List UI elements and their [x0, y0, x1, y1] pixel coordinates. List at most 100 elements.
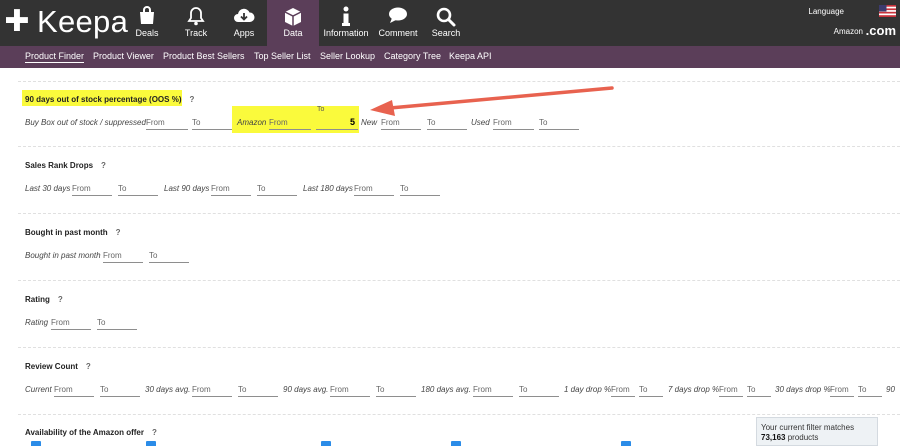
match-count: 73,163 — [761, 433, 786, 442]
amazon-to-caption: To — [317, 106, 325, 113]
match-suffix: products — [787, 433, 819, 442]
nav-information-label: Information — [323, 28, 369, 38]
availability-checkbox[interactable] — [31, 441, 41, 446]
avg-30-from-input[interactable]: From — [192, 383, 232, 397]
rating-title-text: Rating — [25, 295, 50, 304]
nav-data-label: Data — [283, 28, 303, 38]
nav-track-label: Track — [184, 28, 208, 38]
box-icon — [284, 8, 302, 26]
last-30-to-input[interactable]: To — [118, 182, 158, 196]
rating-section-title: Rating? — [25, 295, 63, 304]
current-to-input[interactable]: To — [100, 383, 140, 397]
subnav-product-viewer[interactable]: Product Viewer — [93, 51, 154, 61]
nav-search[interactable]: Search — [420, 0, 472, 46]
plus-icon: ✚ — [4, 5, 30, 38]
nav-deals[interactable]: Deals — [121, 0, 173, 46]
drop-7-days-label: 7 days drop % — [668, 385, 720, 394]
subnav-keepa-api[interactable]: Keepa API — [449, 51, 492, 61]
last-180-from-input[interactable]: From — [354, 182, 394, 196]
drop-1-from-input[interactable]: From — [611, 383, 635, 397]
bought-title-text: Bought in past month — [25, 228, 108, 237]
subnav-top-seller-list[interactable]: Top Seller List — [254, 51, 311, 61]
annotation-arrow — [370, 86, 614, 116]
buybox-oos-from-input[interactable]: From — [146, 116, 188, 130]
sub-navigation-bar: Product Finder Product Viewer Product Be… — [0, 46, 900, 68]
language-label[interactable]: Language — [808, 7, 844, 16]
availability-checkbox[interactable] — [146, 441, 156, 446]
review-count-section-title: Review Count? — [25, 362, 91, 371]
bought-section-title: Bought in past month? — [25, 228, 121, 237]
keepa-logo[interactable]: ✚ Keepa — [4, 3, 128, 41]
drop-30-to-input[interactable]: To — [858, 383, 882, 397]
match-prefix: Your current filter matches — [761, 423, 855, 432]
subnav-product-best-sellers[interactable]: Product Best Sellers — [163, 51, 245, 61]
nav-data[interactable]: Data — [267, 0, 319, 46]
nav-apps[interactable]: Apps — [218, 0, 270, 46]
last-90-to-input[interactable]: To — [257, 182, 297, 196]
truncated-label: 90 — [886, 385, 895, 394]
nav-comment-label: Comment — [378, 28, 418, 38]
last-90-days-label: Last 90 days — [164, 184, 210, 193]
availability-checkbox[interactable] — [451, 441, 461, 446]
avg-90-from-input[interactable]: From — [330, 383, 370, 397]
section-divider — [18, 213, 900, 214]
drop-1-to-input[interactable]: To — [639, 383, 663, 397]
nav-information[interactable]: Information — [319, 0, 373, 46]
last-30-from-input[interactable]: From — [72, 182, 112, 196]
nav-track[interactable]: Track — [170, 0, 222, 46]
domain-selector[interactable]: .com — [866, 23, 896, 38]
oos-section-title: 90 days out of stock percentage (OOS %)? — [25, 95, 194, 104]
last-180-to-input[interactable]: To — [400, 182, 440, 196]
avg-30-label: 30 days avg. — [145, 385, 191, 394]
avg-30-to-input[interactable]: To — [238, 383, 278, 397]
amazon-oos-label: Amazon — [237, 118, 267, 127]
avg-90-label: 90 days avg. — [283, 385, 329, 394]
shopping-bag-icon — [140, 6, 154, 24]
drop-30-from-input[interactable]: From — [830, 383, 854, 397]
subnav-category-tree[interactable]: Category Tree — [384, 51, 441, 61]
last-180-days-label: Last 180 days — [303, 184, 353, 193]
availability-title-text: Availability of the Amazon offer — [25, 428, 144, 437]
help-icon[interactable]: ? — [152, 428, 157, 437]
drop-1-day-label: 1 day drop % — [564, 385, 612, 394]
filter-match-summary: Your current filter matches 73,163 produ… — [756, 417, 878, 446]
help-icon[interactable]: ? — [101, 161, 106, 170]
bought-from-input[interactable]: From — [103, 249, 143, 263]
section-divider — [18, 146, 900, 147]
rating-to-input[interactable]: To — [97, 316, 137, 330]
help-icon[interactable]: ? — [116, 228, 121, 237]
subnav-seller-lookup[interactable]: Seller Lookup — [320, 51, 375, 61]
avg-180-to-input[interactable]: To — [519, 383, 559, 397]
last-90-from-input[interactable]: From — [211, 182, 251, 196]
buybox-oos-to-input[interactable]: To — [192, 116, 232, 130]
nav-comment[interactable]: Comment — [372, 0, 424, 46]
availability-checkbox[interactable] — [321, 441, 331, 446]
last-30-days-label: Last 30 days — [25, 184, 71, 193]
subnav-product-finder[interactable]: Product Finder — [25, 51, 85, 63]
help-icon[interactable]: ? — [86, 362, 91, 371]
rating-from-input[interactable]: From — [51, 316, 91, 330]
info-icon — [342, 6, 350, 26]
amazon-oos-to-input[interactable]: 5 — [316, 116, 358, 130]
drop-7-to-input[interactable]: To — [747, 383, 771, 397]
drop-7-from-input[interactable]: From — [719, 383, 743, 397]
chat-bubble-icon — [389, 7, 407, 23]
nav-deals-label: Deals — [135, 28, 159, 38]
section-divider — [18, 347, 900, 348]
help-icon[interactable]: ? — [58, 295, 63, 304]
us-flag-icon[interactable] — [879, 5, 896, 17]
amazon-oos-from-input[interactable]: From — [269, 116, 311, 130]
review-count-title-text: Review Count — [25, 362, 78, 371]
amazon-oos-to-value: 5 — [349, 117, 355, 127]
availability-checkbox[interactable] — [621, 441, 631, 446]
bought-to-input[interactable]: To — [149, 249, 189, 263]
buybox-oos-label: Buy Box out of stock / suppressed — [25, 118, 146, 127]
search-icon — [436, 7, 456, 27]
help-icon[interactable]: ? — [189, 95, 194, 104]
sales-rank-title-text: Sales Rank Drops — [25, 161, 94, 170]
top-navigation-bar: ✚ Keepa Deals Track Apps Data Informatio… — [0, 0, 900, 46]
current-from-input[interactable]: From — [54, 383, 94, 397]
avg-90-to-input[interactable]: To — [376, 383, 416, 397]
avg-180-from-input[interactable]: From — [473, 383, 513, 397]
bell-icon — [187, 7, 205, 26]
